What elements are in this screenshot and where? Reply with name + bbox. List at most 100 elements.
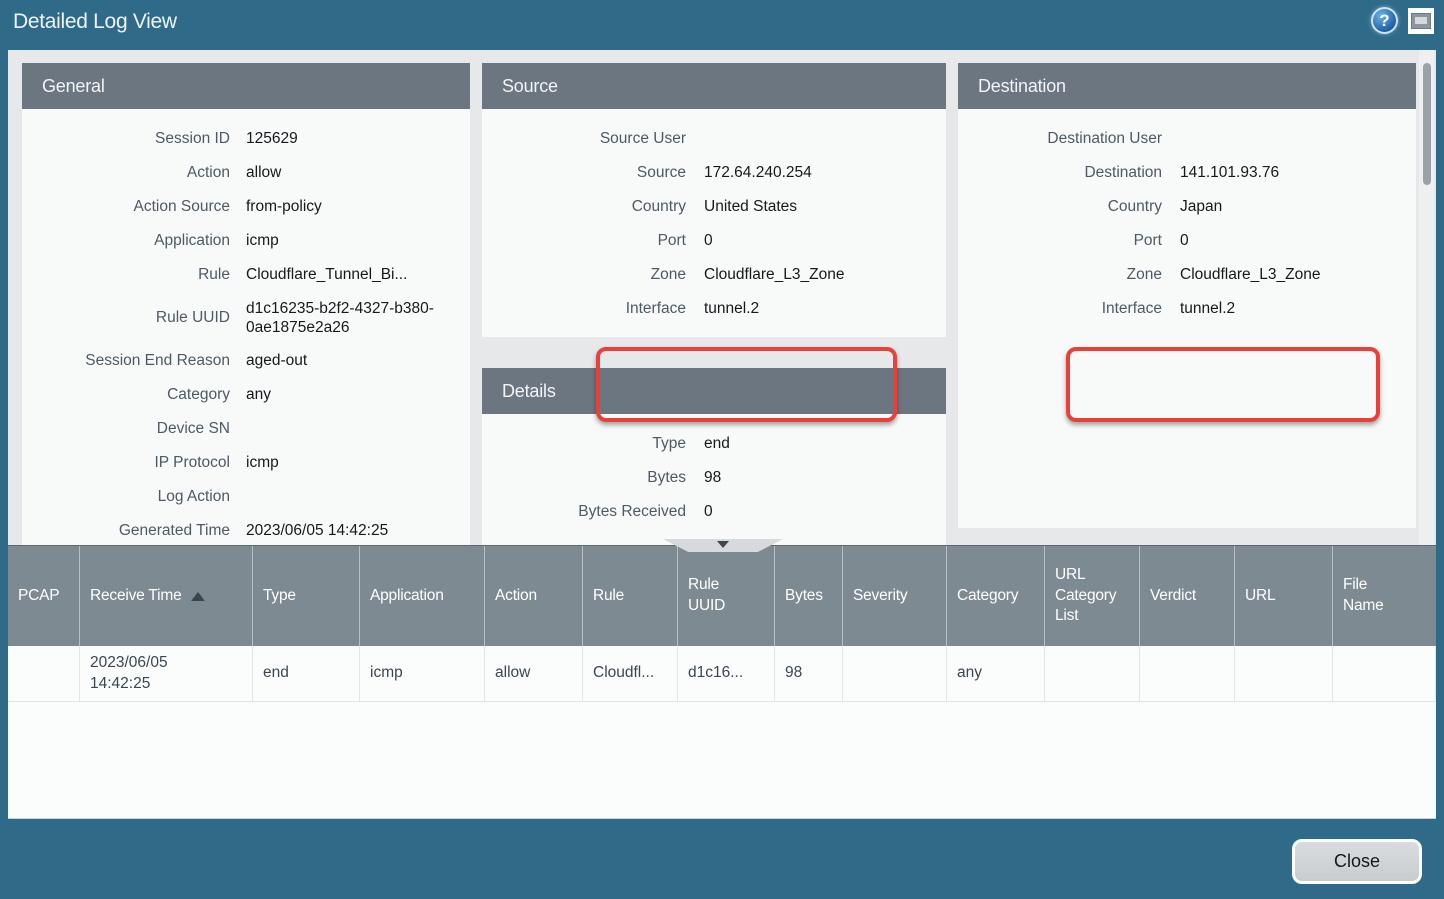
- field-label: Session End Reason: [22, 352, 230, 370]
- help-icon[interactable]: ?: [1371, 7, 1398, 34]
- titlebar-icons: ?: [1371, 7, 1434, 34]
- field-label: Type: [482, 435, 686, 453]
- column-header-file-name[interactable]: File Name: [1333, 546, 1436, 646]
- field-row: Log Action: [22, 480, 470, 514]
- column-header-bytes[interactable]: Bytes: [775, 546, 843, 646]
- field-label: Interface: [482, 300, 686, 318]
- cell-receive-time: 2023/06/05 14:42:25: [80, 646, 253, 702]
- vertical-scrollbar[interactable]: [1419, 50, 1434, 545]
- field-row: Session ID125629: [22, 122, 470, 156]
- source-panel-body: Source UserSource172.64.240.254 Country Un…: [482, 109, 946, 326]
- column-header-severity[interactable]: Severity: [843, 546, 947, 646]
- field-row: ZoneCloudflare_L3_Zone: [482, 258, 946, 292]
- general-panel: General Session ID125629ActionallowActio…: [22, 63, 470, 545]
- column-header-url-category-list[interactable]: URL Category List: [1045, 546, 1140, 646]
- column-header-label: Rule: [593, 586, 624, 607]
- log-table: PCAP Receive Time Type Application Action Rul…: [8, 545, 1436, 818]
- field-label: Destination User: [958, 130, 1162, 148]
- column-header-label: Receive Time: [90, 586, 182, 607]
- cell-pcap: [8, 646, 80, 702]
- field-value: United States: [704, 197, 914, 216]
- field-label: Session ID: [22, 130, 230, 148]
- field-row: Source User: [482, 122, 946, 156]
- scrollbar-thumb[interactable]: [1423, 63, 1431, 185]
- column-header-pcap[interactable]: PCAP: [8, 546, 80, 646]
- field-row: Port0: [958, 224, 1416, 258]
- field-row: Action Source from-policy: [22, 190, 470, 224]
- field-row: Bytes Received0: [482, 495, 946, 529]
- column-header-label: File Name: [1343, 575, 1401, 617]
- field-row: Generated Time2023/06/05 14:42:25: [22, 514, 470, 545]
- column-header-action[interactable]: Action: [485, 546, 583, 646]
- field-value: 0: [1180, 231, 1390, 250]
- field-label: Bytes: [482, 469, 686, 487]
- column-header-rule-uuid[interactable]: Rule UUID: [678, 546, 775, 646]
- column-header-receive-time[interactable]: Receive Time: [80, 546, 253, 646]
- field-row: Device SN: [22, 412, 470, 446]
- field-label: Action Source: [22, 198, 230, 216]
- field-label: Bytes Received: [482, 503, 686, 521]
- window-icon[interactable]: [1408, 8, 1434, 34]
- field-row: Source172.64.240.254: [482, 156, 946, 190]
- column-header-application[interactable]: Application: [360, 546, 485, 646]
- column-header-label: Action: [495, 586, 537, 607]
- field-value: from-policy: [246, 197, 456, 216]
- column-header-label: Type: [263, 586, 296, 607]
- log-detail-region: General Session ID125629ActionallowActio…: [8, 50, 1436, 545]
- field-row: CountryJapan: [958, 190, 1416, 224]
- column-header-type[interactable]: Type: [253, 546, 360, 646]
- column-header-label: Category: [957, 586, 1018, 607]
- field-row: Actionallow: [22, 156, 470, 190]
- field-value: 141.101.93.76: [1180, 163, 1390, 182]
- field-row: Destination User: [958, 122, 1416, 156]
- field-row: Bytes 98: [482, 461, 946, 495]
- column-header-rule[interactable]: Rule: [583, 546, 678, 646]
- field-value: 2023/06/05 14:42:25: [246, 521, 456, 540]
- field-value: d1c16235-b2f2-4327-b380-0ae1875e2a26: [246, 299, 456, 338]
- field-label: Action: [22, 164, 230, 182]
- titlebar: Detailed Log View ?: [0, 0, 1444, 44]
- general-panel-body: Session ID125629ActionallowAction Source…: [22, 109, 470, 545]
- cell-url: [1235, 646, 1333, 702]
- field-value: any: [246, 385, 456, 404]
- field-value: aged-out: [246, 351, 456, 370]
- field-row: Typeend: [482, 427, 946, 461]
- field-label: Rule: [22, 266, 230, 284]
- cell-bytes: 98: [775, 646, 843, 702]
- column-header-label: Rule UUID: [688, 575, 744, 617]
- field-row: Category any: [22, 378, 470, 412]
- field-value: 0: [704, 231, 914, 250]
- log-table-body: 2023/06/05 14:42:25endicmpallowCloudfl..…: [8, 646, 1436, 702]
- field-label: IP Protocol: [22, 454, 230, 472]
- field-row: Interfacetunnel.2: [958, 292, 1416, 326]
- field-row: Session End Reason aged-out: [22, 344, 470, 378]
- general-panel-title: General: [22, 63, 470, 109]
- field-label: Category: [22, 386, 230, 404]
- field-value: icmp: [246, 453, 456, 472]
- cell-action: allow: [485, 646, 583, 702]
- field-row: IP Protocol icmp: [22, 446, 470, 480]
- field-label: Application: [22, 232, 230, 250]
- field-row: Port 0: [482, 224, 946, 258]
- field-label: Country: [482, 198, 686, 216]
- field-value: Japan: [1180, 197, 1390, 216]
- column-header-verdict[interactable]: Verdict: [1140, 546, 1235, 646]
- column-header-url[interactable]: URL: [1235, 546, 1333, 646]
- column-header-label: URL: [1245, 586, 1275, 607]
- field-value: tunnel.2: [704, 299, 914, 318]
- log-table-row[interactable]: 2023/06/05 14:42:25endicmpallowCloudfl..…: [8, 646, 1436, 702]
- field-label: Port: [482, 232, 686, 250]
- cell-severity: [843, 646, 947, 702]
- page-title: Detailed Log View: [0, 10, 177, 34]
- column-header-label: Severity: [853, 586, 907, 607]
- close-button[interactable]: Close: [1292, 839, 1422, 884]
- field-value: 98: [704, 468, 914, 487]
- column-header-label: PCAP: [18, 586, 59, 607]
- cell-type: end: [253, 646, 360, 702]
- window-icon-titlebar: [1415, 17, 1427, 24]
- log-table-header: PCAP Receive Time Type Application Action Rul…: [8, 545, 1436, 646]
- field-label: Zone: [482, 266, 686, 284]
- field-row: Interface tunnel.2: [482, 292, 946, 326]
- column-header-category[interactable]: Category: [947, 546, 1045, 646]
- cell-application: icmp: [360, 646, 485, 702]
